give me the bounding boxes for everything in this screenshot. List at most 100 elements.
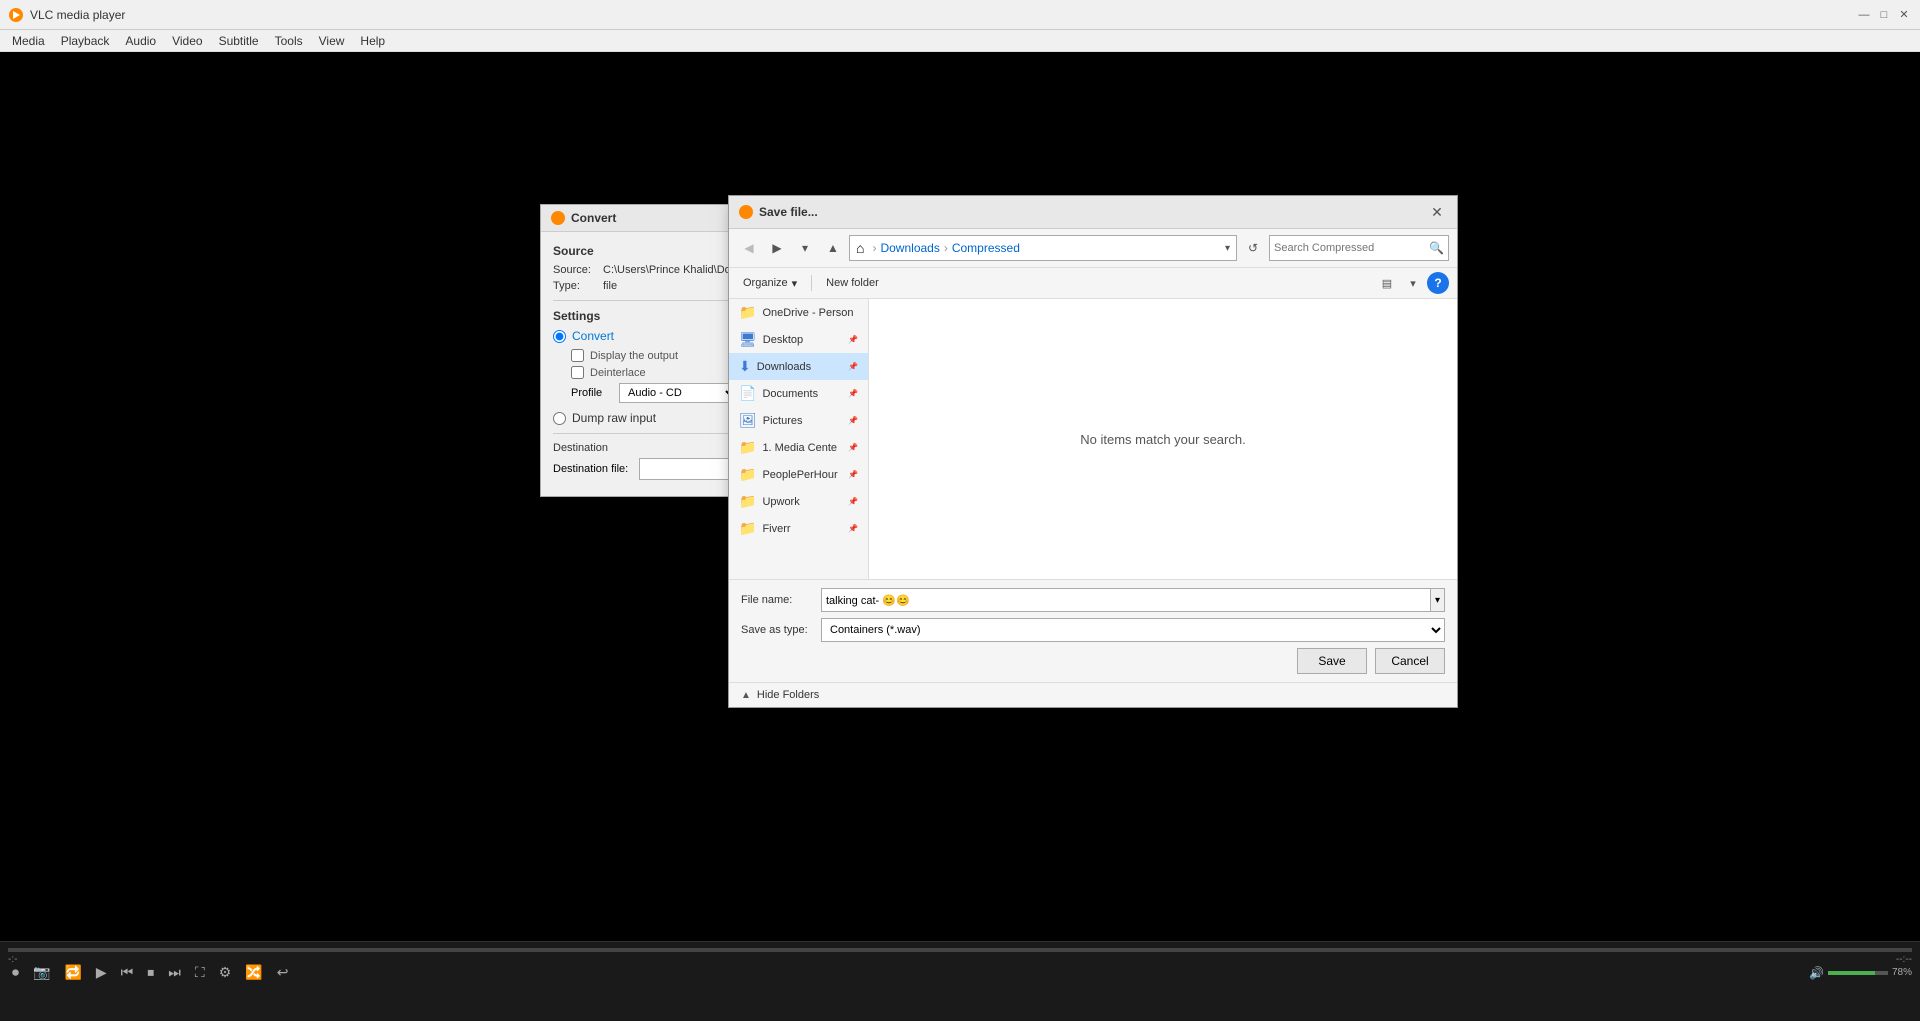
search-box: 🔍 [1269,235,1449,261]
media-center-icon: 📁 [739,439,756,456]
minimize-button[interactable]: — [1856,7,1872,23]
search-icon-button[interactable]: 🔍 [1429,241,1444,255]
new-folder-label: New folder [826,277,879,289]
source-label: Source: [553,264,603,276]
next-button[interactable]: ⏭ [164,962,185,983]
record-button[interactable]: ⏺ [8,962,23,983]
downloads-label: Downloads [757,361,811,373]
recent-locations-button[interactable]: ▾ [793,237,817,259]
dump-raw-radio[interactable] [553,412,566,425]
fiverr-label: Fiverr [762,523,790,535]
snapshot-button[interactable]: 📷 [29,962,54,983]
media-center-pin-icon: 📌 [848,443,858,452]
close-button[interactable]: ✕ [1896,7,1912,23]
menu-media[interactable]: Media [4,32,53,50]
left-item-media-center[interactable]: 📁 1. Media Cente 📌 [729,434,868,461]
savetype-select[interactable]: Containers (*.wav) [821,618,1445,642]
desktop-pin-icon: 📌 [848,335,858,344]
left-item-peopleper[interactable]: 📁 PeoplePerHour 📌 [729,461,868,488]
vlc-dialog-icon [551,211,565,225]
display-output-check[interactable] [571,349,584,362]
convert-radio[interactable] [553,330,566,343]
stop-button[interactable]: ⏹ [143,962,158,983]
organize-button[interactable]: Organize ▾ [737,274,803,293]
address-bar: ◀ ▶ ▾ ▲ ⌂ › Downloads › Compressed ▾ ↺ 🔍 [729,229,1457,268]
maximize-button[interactable]: □ [1876,7,1892,23]
volume-label: 78% [1892,967,1912,978]
left-item-upwork[interactable]: 📁 Upwork 📌 [729,488,868,515]
hide-folders-row[interactable]: ▲ Hide Folders [729,682,1457,707]
peopleper-pin-icon: 📌 [848,470,858,479]
hide-folders-label: Hide Folders [757,689,819,701]
fullscreen-button[interactable]: ⛶ [191,962,209,983]
onedrive-label: OneDrive - Person [762,307,853,319]
app-title: VLC media player [30,8,1856,22]
time-elapsed: -:- [8,954,17,965]
help-button[interactable]: ? [1427,272,1449,294]
prev-button[interactable]: ⏮ [117,962,138,983]
loop-button[interactable]: 🔁 [60,962,85,983]
menu-audio[interactable]: Audio [117,32,164,50]
left-item-onedrive[interactable]: 📁 OneDrive - Person [729,299,868,326]
menu-playback[interactable]: Playback [53,32,118,50]
menu-subtitle[interactable]: Subtitle [211,32,267,50]
left-item-documents[interactable]: 📄 Documents 📌 [729,380,868,407]
filename-label: File name: [741,594,821,606]
breadcrumb-home-icon: ⌂ [856,240,864,256]
deinterlace-check[interactable] [571,366,584,379]
filename-input[interactable] [821,588,1431,612]
type-value: file [603,280,617,292]
documents-pin-icon: 📌 [848,389,858,398]
fiverr-pin-icon: 📌 [848,524,858,533]
filename-row: File name: ▾ [741,588,1445,612]
menu-view[interactable]: View [311,32,353,50]
toolbar-row: Organize ▾ New folder ▤ ▾ ? [729,268,1457,299]
dest-file-label: Destination file: [553,463,633,475]
view-list-button[interactable]: ▤ [1375,272,1399,294]
left-item-pictures[interactable]: 🖼 Pictures 📌 [729,407,868,434]
savetype-row: Save as type: Containers (*.wav) [741,618,1445,642]
search-input[interactable] [1274,242,1429,254]
desktop-label: Desktop [763,334,803,346]
upwork-pin-icon: 📌 [848,497,858,506]
filename-dropdown-button[interactable]: ▾ [1431,588,1445,612]
display-output-label: Display the output [590,350,678,362]
breadcrumb-downloads[interactable]: Downloads [880,241,939,255]
volume-bar[interactable] [1828,971,1888,975]
left-item-downloads[interactable]: ⬇ Downloads 📌 [729,353,868,380]
repeat-button[interactable]: ↩ [273,962,293,983]
menu-video[interactable]: Video [164,32,210,50]
menu-tools[interactable]: Tools [267,32,311,50]
save-dialog-title: Save file... [759,205,818,219]
back-button[interactable]: ◀ [737,237,761,259]
up-button[interactable]: ▲ [821,237,845,259]
chevron-up-icon: ▲ [741,690,751,701]
menu-help[interactable]: Help [352,32,393,50]
save-footer: File name: ▾ Save as type: Containers (*… [729,579,1457,682]
shuffle-button[interactable]: 🔀 [241,962,266,983]
desktop-icon: 🖥 [739,331,757,348]
save-dialog-body: 📁 OneDrive - Person 🖥 Desktop 📌 ⬇ Downlo… [729,299,1457,579]
left-item-desktop[interactable]: 🖥 Desktop 📌 [729,326,868,353]
peopleper-label: PeoplePerHour [762,469,837,481]
documents-icon: 📄 [739,385,756,402]
profile-select[interactable]: Audio - CD [619,383,739,403]
convert-dialog-title: Convert [571,211,616,225]
vlc-app-icon [8,7,24,23]
right-panel: No items match your search. [869,299,1457,579]
left-item-fiverr[interactable]: 📁 Fiverr 📌 [729,515,868,542]
new-folder-button[interactable]: New folder [820,274,885,292]
vlc-titlebar: VLC media player — □ ✕ [0,0,1920,30]
vlc-controls: -:- --:-- ⏺ 📷 🔁 ▶ ⏮ ⏹ ⏭ ⛶ ⚙ 🔀 ↩ 🔊 78% [0,941,1920,1021]
forward-button[interactable]: ▶ [765,237,789,259]
refresh-button[interactable]: ↺ [1241,237,1265,259]
ext-button[interactable]: ⚙ [215,962,236,983]
view-options-button[interactable]: ▾ [1401,272,1425,294]
cancel-button[interactable]: Cancel [1375,648,1445,674]
save-button[interactable]: Save [1297,648,1367,674]
save-dialog-close-button[interactable]: ✕ [1427,202,1447,222]
play-button[interactable]: ▶ [92,962,111,983]
breadcrumb-dropdown[interactable]: ▾ [1225,243,1230,254]
progress-bar[interactable] [8,948,1912,952]
breadcrumb-compressed[interactable]: Compressed [952,241,1020,255]
